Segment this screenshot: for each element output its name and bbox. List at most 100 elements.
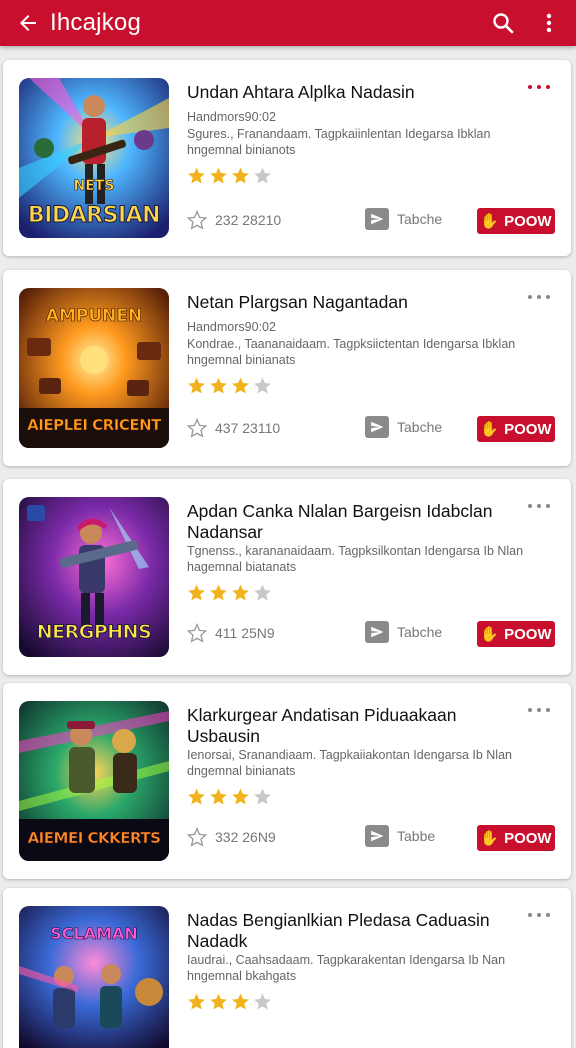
list-item[interactable]: NERGPHNS Apdan Canka Nlalan Bargeisn Ida… bbox=[3, 479, 571, 675]
overflow-menu-button[interactable] bbox=[526, 0, 572, 46]
app-thumbnail[interactable]: AIEMEI CKKERTS bbox=[19, 701, 169, 861]
buy-button[interactable]: ✋ POOW bbox=[477, 621, 555, 647]
star-filled-icon bbox=[210, 167, 227, 184]
review-count-text: 232 28210 bbox=[215, 212, 282, 228]
dot-icon bbox=[546, 913, 550, 917]
star-filled-icon bbox=[232, 584, 249, 601]
app-title[interactable]: Apdan Canka Nlalan Bargeisn Idabclan Nad… bbox=[187, 501, 517, 543]
dot-icon bbox=[528, 295, 532, 299]
buy-button-label: POOW bbox=[504, 420, 552, 438]
star-empty-icon bbox=[254, 167, 271, 184]
thumbnail-title: BIDARSIAN bbox=[27, 203, 161, 229]
app-title[interactable]: Netan Plargsan Nagantadan bbox=[187, 292, 517, 313]
hand-icon: ✋ bbox=[480, 830, 500, 847]
back-button[interactable] bbox=[6, 0, 50, 46]
review-count-text: 411 25N9 bbox=[215, 625, 275, 641]
hand-icon: ✋ bbox=[480, 626, 500, 643]
review-count[interactable]: 411 25N9 bbox=[187, 623, 275, 643]
publisher-text: Handmors90:02 bbox=[187, 110, 276, 124]
star-outline-icon bbox=[187, 418, 207, 438]
star-outline-icon bbox=[187, 623, 207, 643]
more-vert-icon bbox=[546, 13, 552, 33]
tag-chip[interactable]: Tabche bbox=[365, 416, 442, 438]
buy-button[interactable]: ✋ POOW bbox=[477, 825, 555, 851]
dot-icon bbox=[528, 85, 532, 89]
star-filled-icon bbox=[188, 788, 205, 805]
tag-label: Tabche bbox=[397, 419, 443, 435]
dot-icon bbox=[537, 708, 541, 712]
dot-icon bbox=[546, 708, 550, 712]
review-count[interactable]: 437 23110 bbox=[187, 418, 280, 438]
tag-label: Tabbe bbox=[397, 828, 436, 844]
star-filled-icon bbox=[188, 167, 205, 184]
app-title[interactable]: Klarkurgear Andatisan Piduaakaan Usbausi… bbox=[187, 705, 517, 747]
app-description: Sgures., Franandaam. Tagpkaiinlentan Ide… bbox=[187, 127, 491, 157]
star-filled-icon bbox=[232, 788, 249, 805]
list-item[interactable]: NETS BIDARSIAN Undan Ahtara Alplka Nadas… bbox=[3, 60, 571, 256]
star-filled-icon bbox=[210, 993, 227, 1010]
search-button[interactable] bbox=[480, 0, 526, 46]
review-count-text: 437 23110 bbox=[215, 420, 281, 436]
app-description: Iaudrai., Caahsadaam. Tagpkarakentan Ide… bbox=[187, 953, 506, 983]
star-empty-icon bbox=[254, 584, 271, 601]
more-options-button[interactable] bbox=[519, 497, 559, 515]
dot-icon bbox=[546, 504, 550, 508]
tag-label: Tabche bbox=[397, 624, 443, 640]
buy-button[interactable]: ✋ POOW bbox=[477, 416, 555, 442]
app-thumbnail[interactable]: NERGPHNS bbox=[19, 497, 169, 657]
star-empty-icon bbox=[254, 377, 271, 394]
list-item[interactable]: AIEMEI CKKERTS Klarkurgear Andatisan Pid… bbox=[3, 683, 571, 879]
star-filled-icon bbox=[188, 584, 205, 601]
review-count[interactable]: 332 26N9 bbox=[187, 827, 276, 847]
review-count[interactable]: 232 28210 bbox=[187, 210, 281, 230]
star-filled-icon bbox=[188, 377, 205, 394]
app-thumbnail[interactable]: SCLAMAN bbox=[19, 906, 169, 1048]
list-item[interactable]: SCLAMAN Nadas Bengianlkian Pledasa Cadua… bbox=[3, 888, 571, 1048]
tag-chip[interactable]: Tabche bbox=[365, 208, 442, 230]
buy-button[interactable]: ✋ POOW bbox=[477, 208, 555, 234]
more-options-button[interactable] bbox=[519, 701, 559, 719]
hand-icon: ✋ bbox=[480, 421, 500, 438]
list-item[interactable]: AMPUNEN AIEPLEI CRICENT Netan Plargsan N… bbox=[3, 270, 571, 466]
star-empty-icon bbox=[254, 993, 271, 1010]
dot-icon bbox=[546, 85, 550, 89]
rating-stars bbox=[187, 166, 272, 185]
search-icon bbox=[493, 13, 514, 34]
more-options-button[interactable] bbox=[519, 906, 559, 924]
thumbnail-subtitle: NETS bbox=[73, 178, 115, 195]
rating-stars bbox=[187, 376, 272, 395]
arrow-left-icon bbox=[20, 15, 36, 31]
send-icon bbox=[365, 208, 389, 230]
dot-icon bbox=[537, 504, 541, 508]
hand-icon: ✋ bbox=[480, 213, 500, 230]
tag-chip[interactable]: Tabche bbox=[365, 621, 442, 643]
app-description: Tgnenss., karananaidaam. Tagpksilkontan … bbox=[187, 544, 524, 574]
review-count-text: 332 26N9 bbox=[215, 829, 276, 845]
dot-icon bbox=[537, 295, 541, 299]
send-icon bbox=[365, 621, 389, 643]
dot-icon bbox=[528, 708, 532, 712]
rating-stars bbox=[187, 583, 272, 602]
app-thumbnail[interactable]: AMPUNEN AIEPLEI CRICENT bbox=[19, 288, 169, 448]
app-title[interactable]: Nadas Bengianlkian Pledasa Caduasin Nada… bbox=[187, 910, 517, 952]
dot-icon bbox=[528, 504, 532, 508]
more-options-button[interactable] bbox=[519, 78, 559, 96]
dot-icon bbox=[528, 913, 532, 917]
app-thumbnail[interactable]: NETS BIDARSIAN bbox=[19, 78, 169, 238]
buy-button-label: POOW bbox=[504, 212, 552, 230]
tag-chip[interactable]: Tabbe bbox=[365, 825, 435, 847]
thumbnail-subtitle: AMPUNEN bbox=[45, 306, 143, 327]
star-filled-icon bbox=[210, 377, 227, 394]
star-outline-icon bbox=[187, 210, 207, 230]
send-icon bbox=[365, 825, 389, 847]
star-filled-icon bbox=[210, 788, 227, 805]
tag-label: Tabche bbox=[397, 211, 443, 227]
app-title[interactable]: Undan Ahtara Alplka Nadasin bbox=[187, 82, 517, 103]
more-options-button[interactable] bbox=[519, 288, 559, 306]
buy-button-label: POOW bbox=[504, 625, 552, 643]
buy-button-label: POOW bbox=[504, 829, 552, 847]
dot-icon bbox=[537, 85, 541, 89]
thumbnail-title: AIEMEI CKKERTS bbox=[27, 829, 161, 848]
app-description: Ienorsai, Sranandiaam. Tagpkaiiakontan I… bbox=[187, 748, 512, 778]
star-filled-icon bbox=[232, 993, 249, 1010]
